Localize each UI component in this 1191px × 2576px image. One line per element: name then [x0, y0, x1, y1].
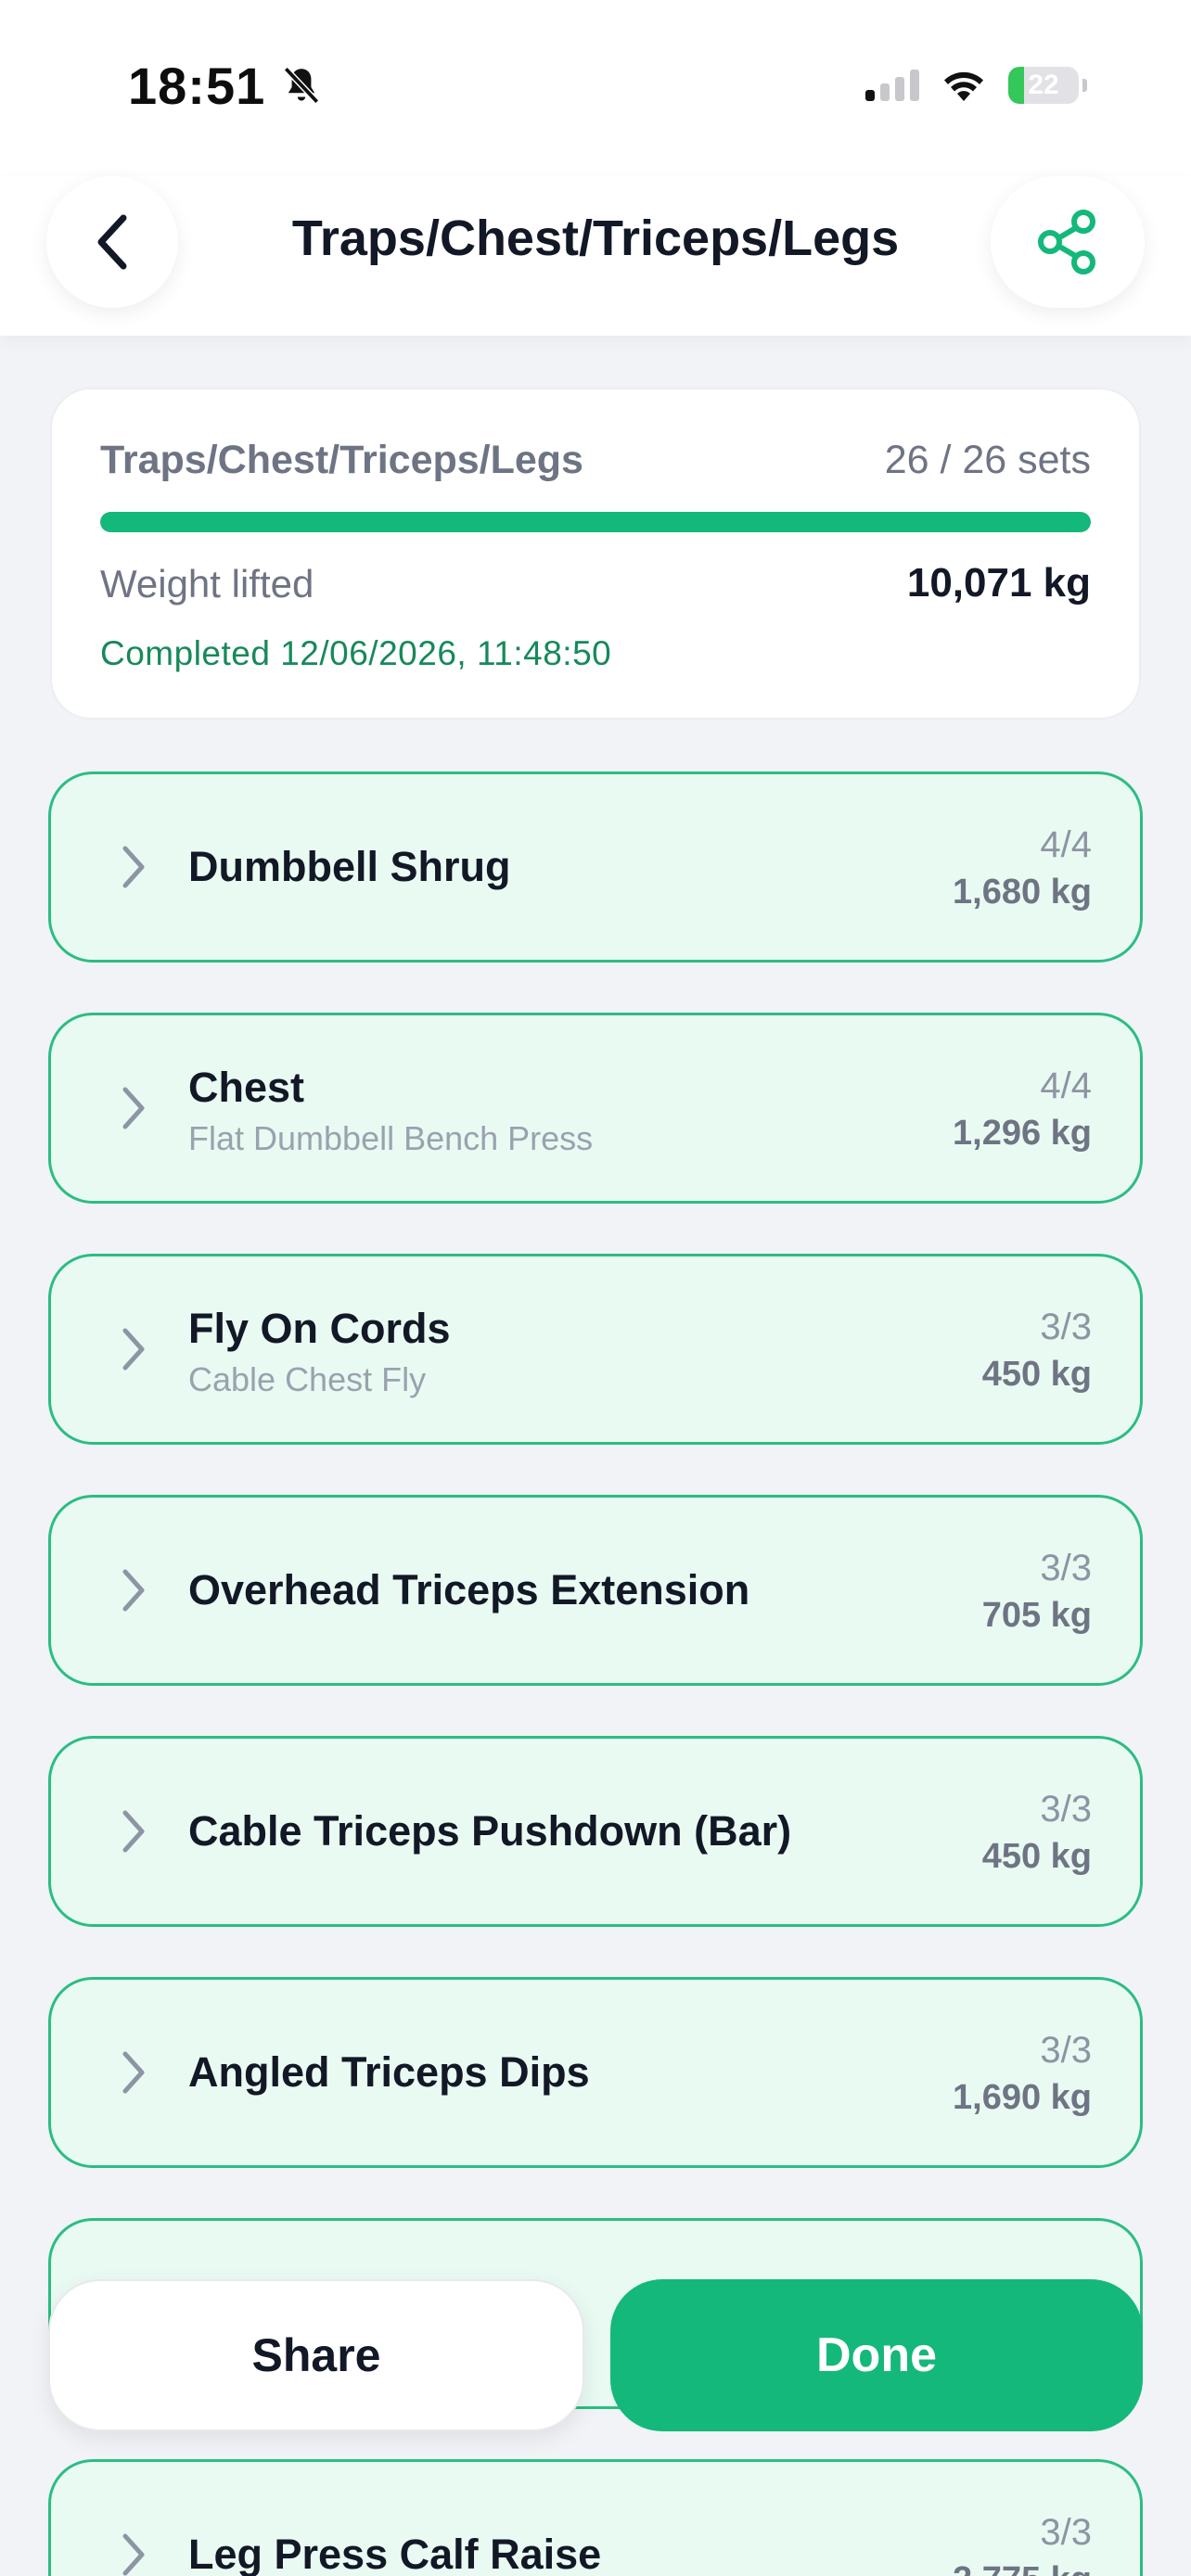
weight-lifted-label: Weight lifted: [100, 562, 314, 606]
exercise-sets: 4/4: [1040, 824, 1092, 865]
chevron-right-icon: [122, 1087, 145, 1129]
nav-header: Traps/Chest/Triceps/Legs: [0, 176, 1191, 336]
exercise-card[interactable]: Angled Triceps Dips 3/3 1,690 kg: [48, 1977, 1143, 2168]
exercise-subtitle: Cable Chest Fly: [188, 1360, 427, 1398]
exercise-name: Overhead Triceps Extension: [188, 1566, 750, 1613]
exercise-sets: 4/4: [1040, 1065, 1092, 1106]
workout-summary-screen: 18:51 22 Traps/Chest/Triceps/Legs Traps/…: [0, 0, 1191, 2576]
share-button[interactable]: Share: [48, 2279, 584, 2431]
exercise-weight: 705 kg: [981, 1596, 1092, 1635]
battery-level: 22: [1028, 70, 1059, 100]
exercise-card[interactable]: Leg Press Calf Raise 3/3 2,775 kg: [48, 2459, 1143, 2576]
chevron-right-icon: [122, 1569, 145, 1612]
progress-fill: [100, 512, 1091, 532]
exercise-weight: 1,680 kg: [953, 873, 1092, 912]
exercise-sets: 3/3: [1040, 2512, 1092, 2553]
share-icon-button[interactable]: [991, 176, 1145, 308]
status-time: 18:51: [128, 56, 325, 116]
chevron-right-icon: [122, 846, 145, 888]
exercise-card[interactable]: Dumbbell Shrug 4/4 1,680 kg: [48, 772, 1143, 963]
status-indicators: 22: [865, 67, 1087, 104]
battery-icon: 22: [1008, 67, 1079, 104]
wifi-icon: [944, 71, 983, 101]
exercise-name: Leg Press Calf Raise: [188, 2531, 602, 2576]
progress-bar: [100, 512, 1091, 532]
exercise-name: Chest: [188, 1064, 305, 1111]
status-bar: 18:51 22: [0, 0, 1191, 176]
exercise-name: Dumbbell Shrug: [188, 843, 511, 890]
battery-cap: [1082, 79, 1087, 92]
exercise-card[interactable]: Chest Flat Dumbbell Bench Press 4/4 1,296 k…: [48, 1013, 1143, 1204]
exercise-name: Cable Triceps Pushdown (Bar): [188, 1807, 792, 1855]
cellular-signal-icon: [865, 70, 919, 101]
share-nodes-icon: [1038, 210, 1095, 274]
exercise-subtitle: Flat Dumbbell Bench Press: [188, 1119, 594, 1157]
weight-lifted-value: 10,071 kg: [906, 560, 1091, 606]
exercise-card[interactable]: Cable Triceps Pushdown (Bar) 3/3 450 kg: [48, 1736, 1143, 1927]
chevron-right-icon: [122, 1328, 145, 1371]
exercise-weight: 450 kg: [981, 1837, 1092, 1876]
chevron-left-icon: [97, 214, 127, 270]
exercise-weight: 450 kg: [981, 1355, 1092, 1394]
exercise-sets: 3/3: [1040, 1307, 1092, 1347]
chevron-right-icon: [122, 2051, 145, 2094]
chevron-right-icon: [122, 1810, 145, 1853]
exercise-sets: 3/3: [1040, 2030, 1092, 2071]
exercise-card[interactable]: Fly On Cords Cable Chest Fly 3/3 450 kg: [48, 1254, 1143, 1445]
workout-summary-card: Traps/Chest/Triceps/Legs 26 / 26 sets We…: [50, 388, 1141, 720]
page-title: Traps/Chest/Triceps/Legs: [291, 210, 900, 266]
exercise-card[interactable]: Overhead Triceps Extension 3/3 705 kg: [48, 1495, 1143, 1686]
exercise-name: Angled Triceps Dips: [188, 2048, 590, 2096]
exercise-name: Fly On Cords: [188, 1305, 451, 1352]
exercise-weight: 2,775 kg: [953, 2560, 1092, 2576]
done-button[interactable]: Done: [610, 2279, 1143, 2431]
workout-name: Traps/Chest/Triceps/Legs: [100, 438, 583, 482]
back-button[interactable]: [46, 176, 178, 308]
exercise-weight: 1,296 kg: [953, 1114, 1092, 1153]
exercise-weight: 1,690 kg: [953, 2078, 1092, 2117]
exercise-sets: 3/3: [1040, 1789, 1092, 1830]
chevron-right-icon: [122, 2533, 145, 2576]
exercise-sets: 3/3: [1040, 1548, 1092, 1588]
bell-muted-icon: [284, 66, 320, 104]
completed-timestamp: Completed 12/06/2026, 11:48:50: [100, 634, 612, 672]
clock-text: 18:51: [128, 57, 266, 115]
sets-count: 26 / 26 sets: [884, 438, 1091, 482]
